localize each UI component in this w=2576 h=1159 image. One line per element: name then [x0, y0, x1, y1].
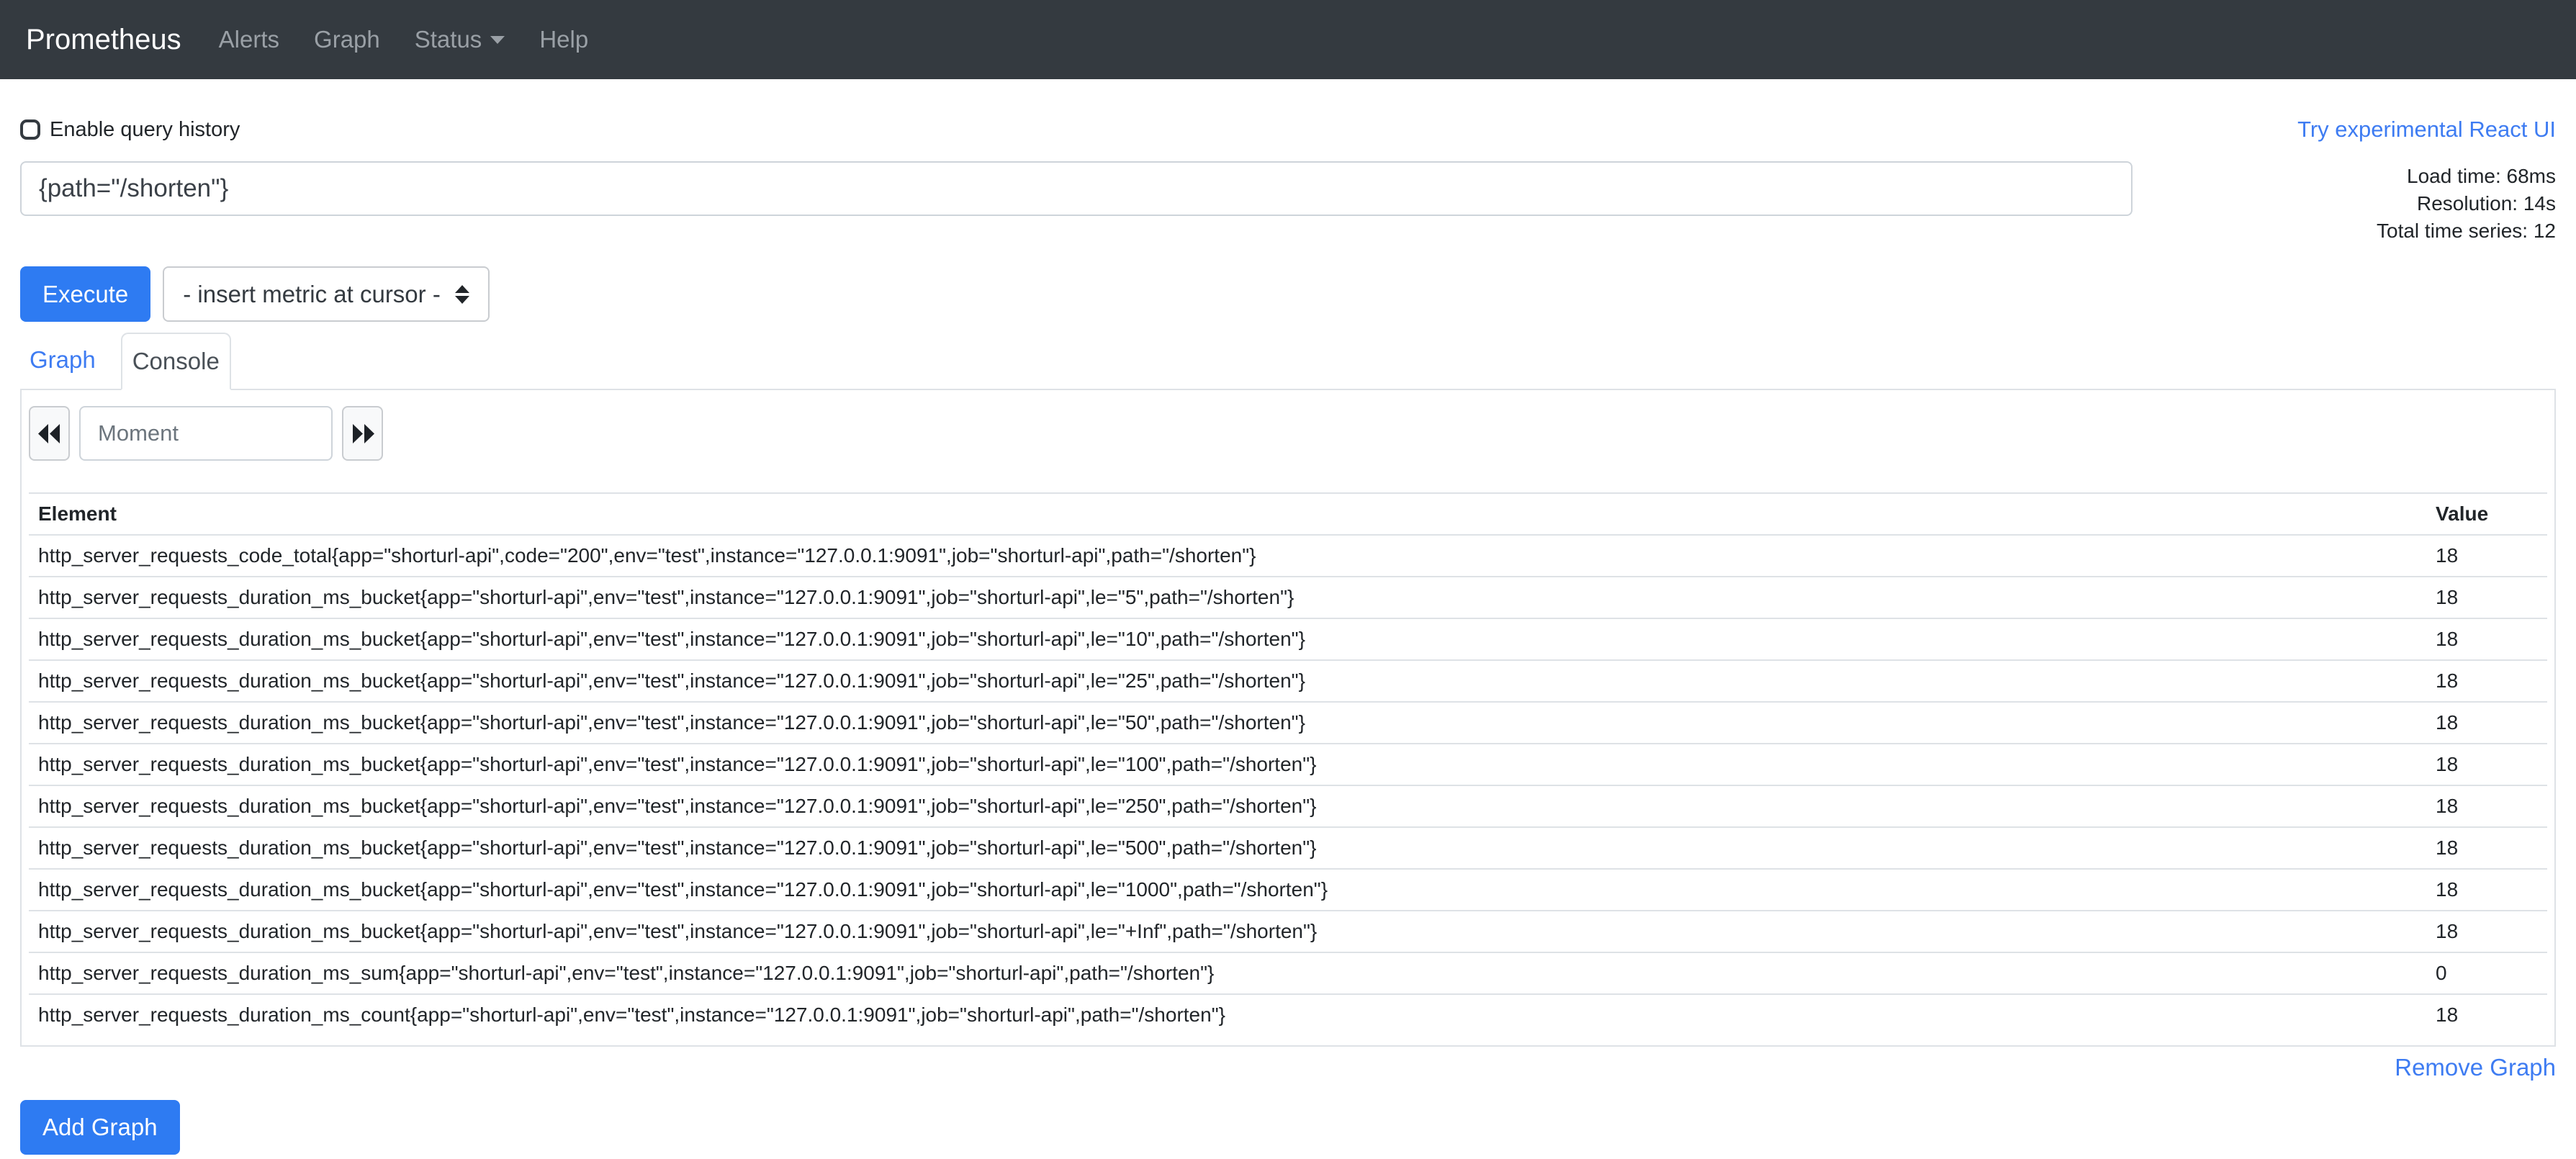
table-row: http_server_requests_duration_ms_bucket{…: [29, 660, 2547, 702]
nav-item-status-label: Status: [415, 26, 482, 53]
element-cell: http_server_requests_duration_ms_bucket{…: [29, 618, 2426, 660]
moment-next-button[interactable]: [342, 406, 383, 461]
table-row: http_server_requests_duration_ms_count{a…: [29, 994, 2547, 1035]
navbar: Prometheus Alerts Graph Status Help: [0, 0, 2576, 79]
moment-navigation: [29, 406, 2547, 461]
table-row: http_server_requests_duration_ms_bucket{…: [29, 827, 2547, 869]
select-arrows-icon: [455, 285, 469, 304]
value-cell: 18: [2426, 827, 2547, 869]
query-history-label: Enable query history: [50, 118, 240, 142]
column-header-element: Element: [29, 493, 2426, 535]
value-cell: 18: [2426, 535, 2547, 577]
table-row: http_server_requests_duration_ms_bucket{…: [29, 911, 2547, 952]
table-row: http_server_requests_duration_ms_bucket{…: [29, 577, 2547, 618]
tab-graph[interactable]: Graph: [20, 333, 105, 389]
value-cell: 0: [2426, 952, 2547, 994]
nav-item-status[interactable]: Status: [415, 26, 505, 53]
top-row: Enable query history Try experimental Re…: [20, 117, 2556, 143]
table-body: http_server_requests_code_total{app="sho…: [29, 535, 2547, 1035]
query-history-toggle[interactable]: Enable query history: [20, 118, 240, 142]
element-cell: http_server_requests_duration_ms_count{a…: [29, 994, 2426, 1035]
nav-item-graph[interactable]: Graph: [314, 26, 380, 53]
remove-graph-link[interactable]: Remove Graph: [2395, 1054, 2556, 1081]
element-cell: http_server_requests_duration_ms_bucket{…: [29, 827, 2426, 869]
add-graph-button[interactable]: Add Graph: [20, 1100, 180, 1155]
caret-down-icon: [490, 36, 505, 44]
total-time-series: Total time series: 12: [2133, 217, 2556, 245]
execute-row: Execute - insert metric at cursor -: [20, 266, 2556, 322]
table-row: http_server_requests_code_total{app="sho…: [29, 535, 2547, 577]
query-expression-input[interactable]: [20, 161, 2133, 216]
remove-graph-row: Remove Graph: [20, 1054, 2556, 1081]
value-cell: 18: [2426, 618, 2547, 660]
fast-forward-icon: [351, 424, 374, 443]
insert-metric-select-label: - insert metric at cursor -: [183, 281, 441, 308]
table-row: http_server_requests_duration_ms_sum{app…: [29, 952, 2547, 994]
column-header-value: Value: [2426, 493, 2547, 535]
element-cell: http_server_requests_duration_ms_bucket{…: [29, 660, 2426, 702]
value-cell: 18: [2426, 660, 2547, 702]
element-cell: http_server_requests_duration_ms_bucket{…: [29, 577, 2426, 618]
element-cell: http_server_requests_duration_ms_bucket{…: [29, 869, 2426, 911]
moment-input[interactable]: [79, 406, 333, 461]
value-cell: 18: [2426, 702, 2547, 744]
insert-metric-select[interactable]: - insert metric at cursor -: [163, 266, 490, 322]
tab-console[interactable]: Console: [121, 333, 231, 390]
element-cell: http_server_requests_duration_ms_bucket{…: [29, 785, 2426, 827]
element-cell: http_server_requests_duration_ms_bucket{…: [29, 744, 2426, 785]
table-header-row: Element Value: [29, 493, 2547, 535]
value-cell: 18: [2426, 785, 2547, 827]
table-row: http_server_requests_duration_ms_bucket{…: [29, 869, 2547, 911]
resolution: Resolution: 14s: [2133, 190, 2556, 217]
load-time: Load time: 68ms: [2133, 163, 2556, 190]
element-cell: http_server_requests_code_total{app="sho…: [29, 535, 2426, 577]
result-tabs: Graph Console: [20, 333, 2556, 390]
table-row: http_server_requests_duration_ms_bucket{…: [29, 618, 2547, 660]
value-cell: 18: [2426, 911, 2547, 952]
table-row: http_server_requests_duration_ms_bucket{…: [29, 744, 2547, 785]
rewind-icon: [38, 424, 61, 443]
react-ui-link[interactable]: Try experimental React UI: [2297, 117, 2556, 143]
table-row: http_server_requests_duration_ms_bucket{…: [29, 702, 2547, 744]
execute-button[interactable]: Execute: [20, 266, 150, 322]
value-cell: 18: [2426, 744, 2547, 785]
query-history-checkbox[interactable]: [20, 119, 40, 140]
value-cell: 18: [2426, 994, 2547, 1035]
console-result-table: Element Value http_server_requests_code_…: [29, 492, 2547, 1035]
value-cell: 18: [2426, 577, 2547, 618]
element-cell: http_server_requests_duration_ms_bucket{…: [29, 911, 2426, 952]
element-cell: http_server_requests_duration_ms_sum{app…: [29, 952, 2426, 994]
element-cell: http_server_requests_duration_ms_bucket{…: [29, 702, 2426, 744]
nav-item-help[interactable]: Help: [539, 26, 588, 53]
brand-prometheus[interactable]: Prometheus: [26, 24, 181, 56]
query-row: Load time: 68ms Resolution: 14s Total ti…: [20, 161, 2556, 245]
moment-prev-button[interactable]: [29, 406, 70, 461]
query-stats: Load time: 68ms Resolution: 14s Total ti…: [2133, 163, 2556, 245]
console-panel: Element Value http_server_requests_code_…: [20, 390, 2556, 1047]
value-cell: 18: [2426, 869, 2547, 911]
nav-item-alerts[interactable]: Alerts: [219, 26, 279, 53]
main-content: Enable query history Try experimental Re…: [0, 117, 2576, 1155]
table-row: http_server_requests_duration_ms_bucket{…: [29, 785, 2547, 827]
